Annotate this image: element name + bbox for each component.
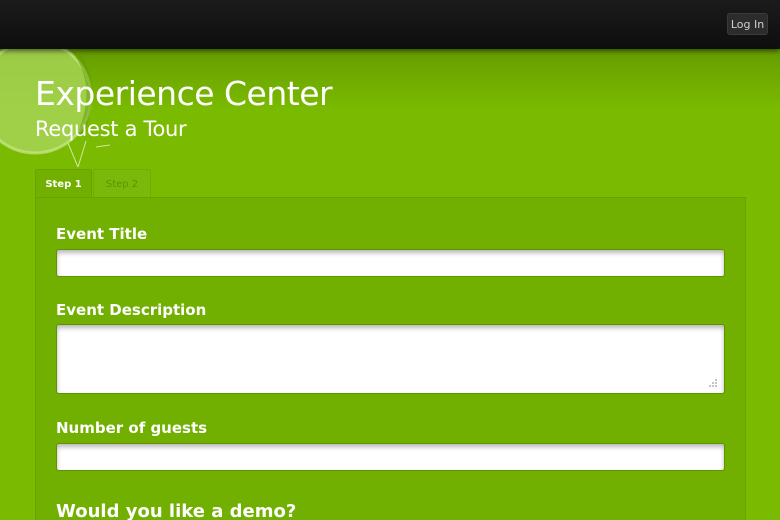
- resize-grip-icon[interactable]: [708, 378, 717, 387]
- event-description-label: Event Description: [56, 301, 207, 319]
- guests-input[interactable]: [56, 443, 725, 471]
- page-subtitle: Request a Tour: [35, 117, 187, 141]
- tab-step-2[interactable]: Step 2: [93, 169, 151, 198]
- guests-label: Number of guests: [56, 419, 208, 437]
- page-title: Experience Center: [35, 74, 333, 113]
- event-description-textarea[interactable]: [56, 324, 725, 394]
- login-button[interactable]: Log In: [727, 13, 768, 35]
- event-description-wrapper: [36, 324, 747, 394]
- event-title-input[interactable]: [56, 249, 725, 277]
- request-form-panel: Event Title Event Description Number of …: [35, 197, 746, 520]
- top-nav-bar: Log In: [0, 0, 780, 49]
- demo-question: Would you like a demo?: [56, 501, 297, 520]
- event-title-label: Event Title: [56, 225, 148, 243]
- tab-step-1[interactable]: Step 1: [35, 169, 92, 198]
